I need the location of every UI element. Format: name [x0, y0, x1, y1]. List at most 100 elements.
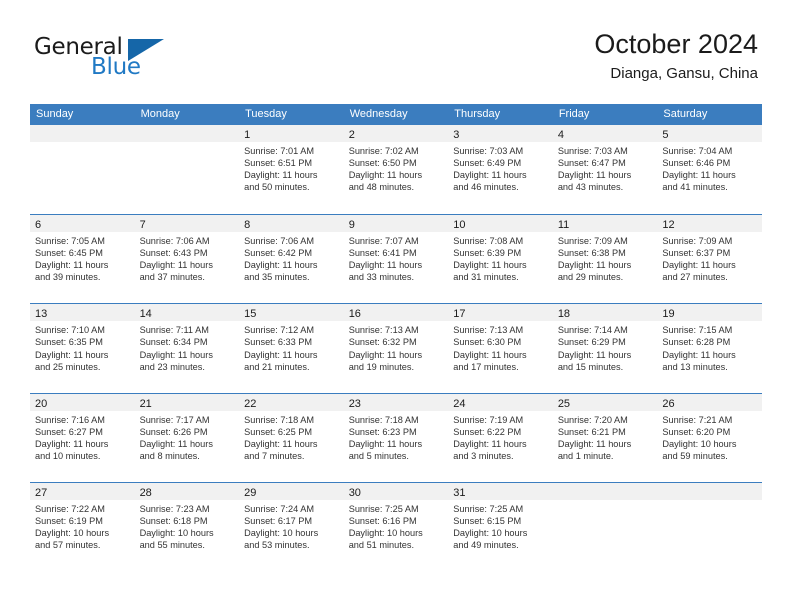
calendar-day-cell[interactable]: 18 Sunrise: 7:14 AM Sunset: 6:29 PM Dayl… — [552, 304, 658, 393]
day-number: 14 — [139, 308, 152, 321]
calendar-day-cell[interactable]: 4 Sunrise: 7:03 AM Sunset: 6:47 PM Dayli… — [552, 125, 658, 215]
daylight-text-line2: and 41 minutes. — [662, 182, 728, 193]
calendar-day-cell[interactable]: 19 Sunrise: 7:15 AM Sunset: 6:28 PM Dayl… — [657, 304, 762, 393]
calendar-day-cell[interactable]: 24 Sunrise: 7:19 AM Sunset: 6:22 PM Dayl… — [448, 393, 553, 482]
calendar-day-cell[interactable]: 20 Sunrise: 7:16 AM Sunset: 6:27 PM Dayl… — [30, 393, 135, 482]
day-number: 17 — [453, 308, 466, 321]
day-number: 28 — [139, 486, 152, 499]
weekday-header-wednesday: Wednesday — [349, 108, 408, 120]
sunrise-text: Sunrise: 7:03 AM — [557, 146, 628, 156]
calendar-day-cell[interactable] — [134, 125, 240, 215]
day-number-bar: 11 — [552, 215, 658, 233]
general-blue-logo[interactable]: General Blue — [34, 34, 244, 90]
day-number-bar: 26 — [657, 393, 762, 411]
calendar-day-cell[interactable] — [552, 482, 658, 571]
calendar-week-row: 13 Sunrise: 7:10 AM Sunset: 6:35 PM Dayl… — [30, 303, 762, 393]
daylight-text-line1: Daylight: 11 hours — [453, 170, 527, 181]
day-number-bar: 31 — [448, 482, 553, 500]
calendar-day-cell[interactable]: 31 Sunrise: 7:25 AM Sunset: 6:15 PM Dayl… — [448, 482, 553, 571]
day-details: Sunrise: 7:03 AM Sunset: 6:49 PM Dayligh… — [448, 142, 553, 193]
daylight-text-line1: Daylight: 11 hours — [35, 438, 109, 449]
calendar-day-cell[interactable]: 29 Sunrise: 7:24 AM Sunset: 6:17 PM Dayl… — [239, 482, 344, 571]
day-number-bar: 17 — [448, 304, 553, 322]
sunset-text: Sunset: 6:25 PM — [244, 426, 313, 437]
weekday-header-sunday: Sunday — [36, 108, 74, 120]
day-details: Sunrise: 7:12 AM Sunset: 6:33 PM Dayligh… — [239, 321, 344, 372]
calendar-day-cell[interactable]: 22 Sunrise: 7:18 AM Sunset: 6:25 PM Dayl… — [239, 393, 344, 482]
calendar-day-cell[interactable]: 11 Sunrise: 7:09 AM Sunset: 6:38 PM Dayl… — [552, 215, 658, 304]
sunset-text: Sunset: 6:37 PM — [662, 248, 731, 259]
calendar-day-cell[interactable]: 5 Sunrise: 7:04 AM Sunset: 6:46 PM Dayli… — [657, 125, 762, 215]
calendar-day-cell[interactable]: 7 Sunrise: 7:06 AM Sunset: 6:43 PM Dayli… — [134, 215, 240, 304]
sunset-text: Sunset: 6:34 PM — [139, 337, 208, 348]
calendar-day-cell[interactable]: 25 Sunrise: 7:20 AM Sunset: 6:21 PM Dayl… — [552, 393, 658, 482]
calendar-week-row: 20 Sunrise: 7:16 AM Sunset: 6:27 PM Dayl… — [30, 392, 762, 482]
calendar-day-cell[interactable]: 21 Sunrise: 7:17 AM Sunset: 6:26 PM Dayl… — [134, 393, 240, 482]
calendar-day-cell[interactable]: 13 Sunrise: 7:10 AM Sunset: 6:35 PM Dayl… — [30, 304, 135, 393]
calendar-day-cell[interactable] — [657, 482, 762, 571]
calendar-day-cell[interactable]: 8 Sunrise: 7:06 AM Sunset: 6:42 PM Dayli… — [239, 215, 344, 304]
daylight-text-line2: and 31 minutes. — [453, 272, 519, 283]
day-number: 13 — [35, 308, 48, 321]
day-number-bar: 6 — [30, 215, 135, 233]
calendar-day-cell[interactable]: 28 Sunrise: 7:23 AM Sunset: 6:18 PM Dayl… — [134, 482, 240, 571]
logo-text-blue: Blue — [91, 54, 141, 80]
calendar-day-cell[interactable]: 9 Sunrise: 7:07 AM Sunset: 6:41 PM Dayli… — [343, 215, 449, 304]
sunset-text: Sunset: 6:15 PM — [453, 515, 522, 526]
day-details: Sunrise: 7:10 AM Sunset: 6:35 PM Dayligh… — [30, 321, 135, 372]
day-details: Sunrise: 7:13 AM Sunset: 6:32 PM Dayligh… — [344, 321, 449, 372]
calendar-day-cell[interactable]: 14 Sunrise: 7:11 AM Sunset: 6:34 PM Dayl… — [134, 304, 240, 393]
day-number: 20 — [35, 397, 48, 410]
calendar-day-cell[interactable]: 10 Sunrise: 7:08 AM Sunset: 6:39 PM Dayl… — [448, 215, 553, 304]
day-details: Sunrise: 7:14 AM Sunset: 6:29 PM Dayligh… — [553, 321, 658, 372]
day-details: Sunrise: 7:17 AM Sunset: 6:26 PM Dayligh… — [135, 411, 240, 462]
sunrise-text: Sunrise: 7:12 AM — [244, 325, 315, 336]
day-number-bar: 29 — [239, 482, 344, 500]
calendar-day-cell[interactable] — [30, 125, 135, 215]
calendar-day-cell[interactable]: 3 Sunrise: 7:03 AM Sunset: 6:49 PM Dayli… — [448, 125, 553, 215]
weekday-header-friday: Friday — [558, 108, 590, 120]
day-details: Sunrise: 7:06 AM Sunset: 6:42 PM Dayligh… — [239, 232, 344, 283]
page-subtitle-location: Dianga, Gansu, China — [610, 65, 758, 82]
day-number: 22 — [244, 397, 257, 410]
sunset-text: Sunset: 6:45 PM — [35, 248, 103, 259]
sunrise-text: Sunrise: 7:08 AM — [453, 236, 524, 247]
sunrise-text: Sunrise: 7:04 AM — [662, 146, 733, 156]
day-number: 27 — [35, 486, 48, 499]
day-number-bar — [134, 125, 240, 142]
calendar-day-cell[interactable]: 1 Sunrise: 7:01 AM Sunset: 6:51 PM Dayli… — [239, 125, 344, 215]
calendar-day-cell[interactable]: 23 Sunrise: 7:18 AM Sunset: 6:23 PM Dayl… — [343, 393, 449, 482]
daylight-text-line1: Daylight: 11 hours — [139, 260, 213, 271]
day-details: Sunrise: 7:06 AM Sunset: 6:43 PM Dayligh… — [135, 232, 240, 283]
daylight-text-line1: Daylight: 11 hours — [557, 170, 632, 181]
sunrise-text: Sunrise: 7:17 AM — [139, 414, 210, 425]
calendar-day-cell[interactable]: 12 Sunrise: 7:09 AM Sunset: 6:37 PM Dayl… — [657, 215, 762, 304]
day-details: Sunrise: 7:16 AM Sunset: 6:27 PM Dayligh… — [30, 411, 135, 462]
calendar-day-cell[interactable]: 16 Sunrise: 7:13 AM Sunset: 6:32 PM Dayl… — [343, 304, 449, 393]
calendar-week-row: 27 Sunrise: 7:22 AM Sunset: 6:19 PM Dayl… — [30, 481, 762, 571]
day-details: Sunrise: 7:07 AM Sunset: 6:41 PM Dayligh… — [344, 232, 449, 283]
calendar-day-cell[interactable]: 26 Sunrise: 7:21 AM Sunset: 6:20 PM Dayl… — [657, 393, 762, 482]
calendar-day-cell[interactable]: 6 Sunrise: 7:05 AM Sunset: 6:45 PM Dayli… — [30, 215, 135, 304]
daylight-text-line1: Daylight: 11 hours — [244, 349, 318, 360]
calendar-day-cell[interactable]: 17 Sunrise: 7:13 AM Sunset: 6:30 PM Dayl… — [448, 304, 553, 393]
sunrise-text: Sunrise: 7:24 AM — [244, 503, 315, 514]
day-number: 21 — [139, 397, 152, 410]
sunset-text: Sunset: 6:46 PM — [662, 158, 731, 169]
calendar-day-cell[interactable]: 27 Sunrise: 7:22 AM Sunset: 6:19 PM Dayl… — [30, 482, 135, 571]
daylight-text-line2: and 13 minutes. — [662, 361, 728, 372]
day-details: Sunrise: 7:25 AM Sunset: 6:16 PM Dayligh… — [344, 500, 449, 551]
daylight-text-line1: Daylight: 11 hours — [557, 349, 632, 360]
calendar-day-cell[interactable]: 15 Sunrise: 7:12 AM Sunset: 6:33 PM Dayl… — [239, 304, 344, 393]
page-header: General Blue October 2024 Dianga, Gansu,… — [34, 28, 758, 90]
day-details — [657, 500, 762, 503]
sunset-text: Sunset: 6:16 PM — [348, 515, 417, 526]
calendar-day-cell[interactable]: 2 Sunrise: 7:02 AM Sunset: 6:50 PM Dayli… — [343, 125, 449, 215]
daylight-text-line1: Daylight: 10 hours — [35, 527, 110, 538]
day-number-bar: 28 — [134, 482, 240, 500]
sunrise-text: Sunrise: 7:25 AM — [453, 503, 524, 514]
day-number: 23 — [348, 397, 361, 410]
day-number-bar: 13 — [30, 304, 135, 322]
daylight-text-line1: Daylight: 11 hours — [453, 438, 527, 449]
calendar-day-cell[interactable]: 30 Sunrise: 7:25 AM Sunset: 6:16 PM Dayl… — [343, 482, 449, 571]
